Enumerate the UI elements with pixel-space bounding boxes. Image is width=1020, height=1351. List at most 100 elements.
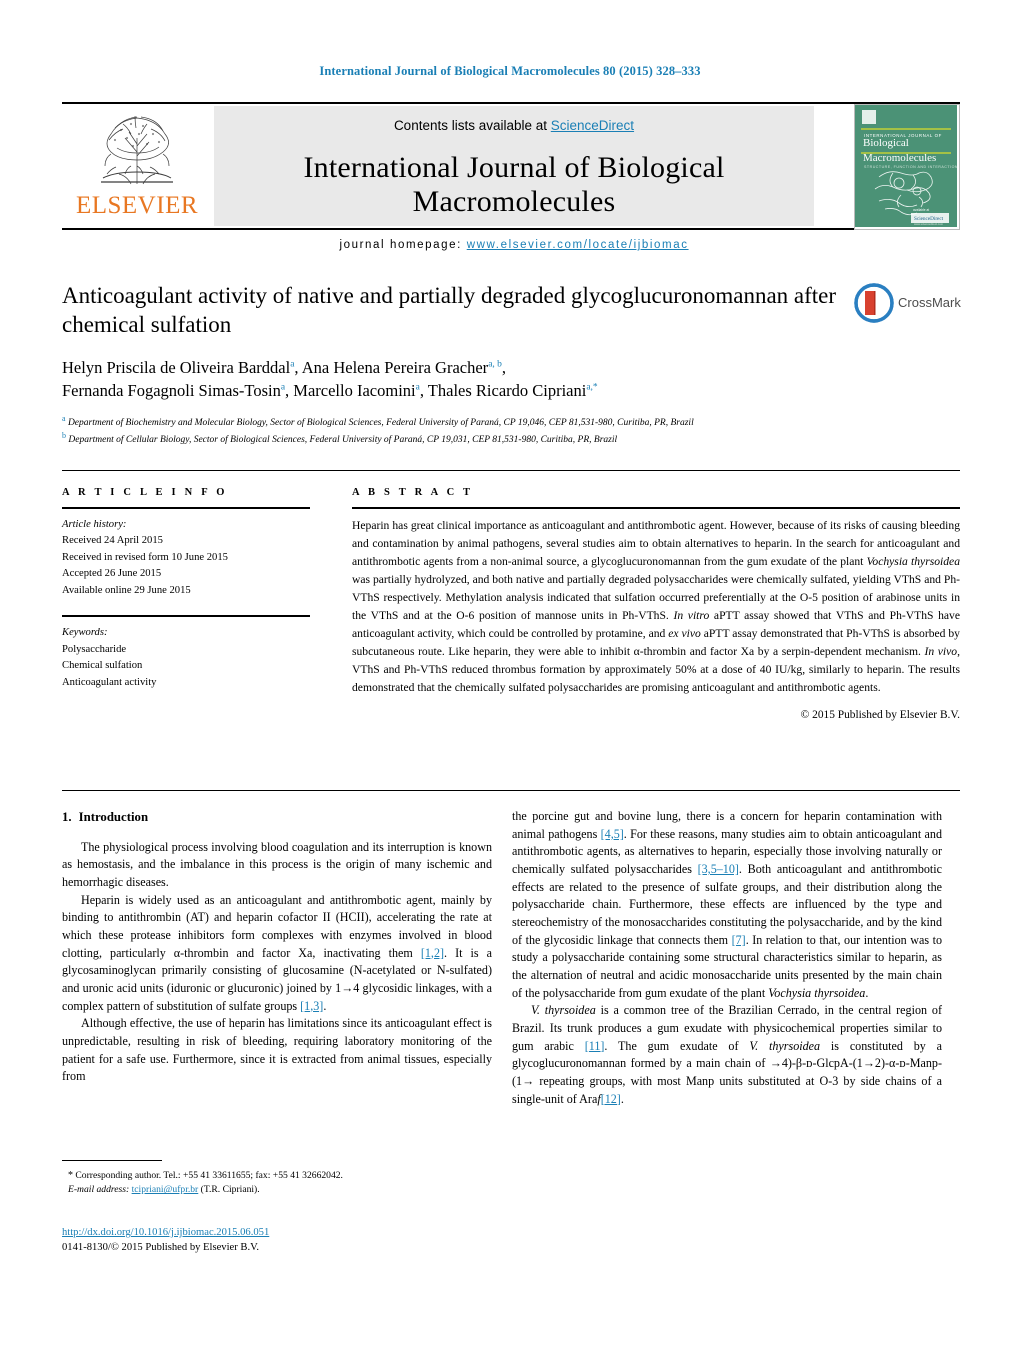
contents-available-line: Contents lists available at ScienceDirec… bbox=[214, 106, 814, 133]
masthead-top-rule bbox=[62, 102, 960, 104]
keyword-3: Anticoagulant activity bbox=[62, 676, 157, 688]
history-accepted: Accepted 26 June 2015 bbox=[62, 568, 162, 580]
masthead-center-panel: Contents lists available at ScienceDirec… bbox=[214, 106, 814, 251]
article-info-column: A R T I C L E I N F O Article history: R… bbox=[62, 487, 310, 721]
footnote-email-suffix: (T.R. Cipriani). bbox=[198, 1184, 260, 1196]
article-info-rule bbox=[62, 507, 310, 509]
journal-cover-thumbnail: INTERNATIONAL JOURNAL OF Biological Macr… bbox=[854, 104, 960, 230]
author-4: , Marcello Iacomini bbox=[285, 381, 416, 401]
intro-paragraph-2: Heparin is widely used as an anticoagula… bbox=[62, 892, 492, 1016]
section-number: 1. bbox=[62, 810, 72, 824]
elsevier-wordmark: ELSEVIER bbox=[75, 192, 199, 219]
footnote-email-label: E-mail address: bbox=[68, 1184, 130, 1196]
homepage-label: journal homepage: bbox=[339, 239, 467, 251]
affiliation-b: b Department of Cellular Biology, Sector… bbox=[62, 430, 852, 447]
affiliation-a-marker: a bbox=[62, 413, 66, 423]
sciencedirect-link[interactable]: ScienceDirect bbox=[551, 118, 634, 133]
citation-ref-7[interactable]: [7] bbox=[732, 933, 746, 947]
section-title-introduction: 1. Introduction bbox=[62, 808, 492, 827]
keywords-block: Keywords: Polysaccharide Chemical sulfat… bbox=[62, 615, 310, 691]
intro-paragraph-5: V. thyrsoidea is a common tree of the Br… bbox=[512, 1002, 942, 1108]
svg-text:www.sciencedirect.com: www.sciencedirect.com bbox=[914, 222, 944, 226]
affiliations-block: a Department of Biochemistry and Molecul… bbox=[62, 413, 852, 448]
elsevier-tree-icon bbox=[101, 115, 173, 185]
intro-paragraph-3: Although effective, the use of heparin h… bbox=[62, 1016, 492, 1084]
intro-species-2: V. thyrsoidea bbox=[531, 1003, 596, 1018]
footnote-rule bbox=[62, 1160, 162, 1161]
contents-prefix: Contents lists available at bbox=[393, 118, 551, 133]
issn-copyright-line: 0141-8130/© 2015 Published by Elsevier B… bbox=[62, 1242, 260, 1254]
intro-species-3: V. thyrsoidea bbox=[749, 1038, 821, 1053]
intro-p2-c: . bbox=[323, 998, 327, 1013]
history-revised: Received in revised form 10 June 2015 bbox=[62, 551, 228, 563]
author-list: Helyn Priscila de Oliveira Barddala, Ana… bbox=[62, 357, 598, 401]
journal-title: International Journal of Biological Macr… bbox=[303, 151, 725, 218]
abstract-bottom-rule bbox=[62, 790, 960, 791]
abstract-species-1: Vochysia thyrsoidea bbox=[866, 554, 960, 568]
citation-ref-1-2[interactable]: [1,2] bbox=[421, 946, 444, 960]
affiliation-b-text: Department of Cellular Biology, Sector o… bbox=[68, 435, 618, 446]
crossmark-badge[interactable]: CrossMark bbox=[854, 283, 962, 325]
abstract-exvivo: ex vivo bbox=[668, 626, 701, 640]
abstract-heading: A B S T R A C T bbox=[352, 487, 474, 498]
journal-homepage-link[interactable]: www.elsevier.com/locate/ijbiomac bbox=[467, 239, 689, 251]
title-block: Anticoagulant activity of native and par… bbox=[62, 282, 852, 448]
footnote-email-line: E-mail address: tcipriani@ufpr.br (T.R. … bbox=[62, 1183, 492, 1197]
author-2: , Ana Helena Pereira Gracher bbox=[294, 357, 489, 377]
masthead-bottom-rule bbox=[62, 228, 960, 230]
author-2-affil-marker: a, b bbox=[488, 359, 502, 370]
affiliation-a-text: Department of Biochemistry and Molecular… bbox=[67, 417, 694, 428]
doi-link[interactable]: http://dx.doi.org/10.1016/j.ijbiomac.201… bbox=[62, 1227, 269, 1238]
citation-ref-1-3[interactable]: [1,3] bbox=[300, 999, 323, 1013]
svg-text:available at: available at bbox=[913, 208, 929, 212]
journal-masthead: ELSEVIER Contents lists available at Sci… bbox=[62, 102, 960, 251]
author-5: , Thales Ricardo Cipriani bbox=[419, 381, 587, 401]
running-head: International Journal of Biological Macr… bbox=[319, 64, 701, 78]
crossmark-icon bbox=[854, 283, 894, 323]
info-abstract-top-rule bbox=[62, 470, 960, 471]
abstract-body: Heparin has great clinical importance as… bbox=[352, 517, 960, 697]
abstract-copyright: © 2015 Published by Elsevier B.V. bbox=[800, 708, 960, 721]
history-received: Received 24 April 2015 bbox=[62, 535, 163, 547]
abstract-invitro: In vitro bbox=[673, 608, 710, 622]
author-1: Helyn Priscila de Oliveira Barddal bbox=[62, 357, 291, 377]
footer-doi-block: http://dx.doi.org/10.1016/j.ijbiomac.201… bbox=[62, 1222, 492, 1256]
keywords-label: Keywords: bbox=[62, 627, 108, 639]
journal-homepage-line: journal homepage: www.elsevier.com/locat… bbox=[214, 239, 814, 251]
keyword-2: Chemical sulfation bbox=[62, 660, 143, 672]
citation-ref-3-5-10[interactable]: [3,5–10] bbox=[698, 862, 739, 876]
intro-r2-b: . The gum exudate of bbox=[604, 1038, 750, 1053]
intro-paragraph-4: the porcine gut and bovine lung, there i… bbox=[512, 808, 942, 1002]
intro-r1-e: . bbox=[865, 985, 869, 1000]
corresponding-email-link[interactable]: tcipriani@ufpr.br bbox=[132, 1184, 199, 1195]
article-history-label: Article history: bbox=[62, 519, 127, 530]
elsevier-logo: ELSEVIER bbox=[62, 108, 212, 226]
svg-text:STRUCTURE, FUNCTION AND INTERA: STRUCTURE, FUNCTION AND INTERACTIONS bbox=[864, 165, 957, 169]
keyword-1: Polysaccharide bbox=[62, 643, 127, 655]
journal-cover-art: INTERNATIONAL JOURNAL OF Biological Macr… bbox=[855, 105, 959, 227]
affiliation-b-marker: b bbox=[62, 431, 66, 441]
affiliation-a: a Department of Biochemistry and Molecul… bbox=[62, 413, 852, 430]
footnote-corresponding-text: Corresponding author. Tel.: +55 41 33611… bbox=[73, 1170, 343, 1181]
citation-ref-11[interactable]: [11] bbox=[585, 1039, 605, 1053]
citation-ref-12[interactable]: [12] bbox=[601, 1092, 621, 1106]
footnote-corresponding-line: * Corresponding author. Tel.: +55 41 336… bbox=[62, 1168, 492, 1183]
corresponding-author-footnote: * Corresponding author. Tel.: +55 41 336… bbox=[62, 1160, 492, 1198]
author-5-affil-marker: a,* bbox=[586, 382, 598, 393]
author-3: Fernanda Fogagnoli Simas-Tosin bbox=[62, 381, 281, 401]
paper-page: International Journal of Biological Macr… bbox=[0, 0, 1020, 1351]
info-abstract-section: A R T I C L E I N F O Article history: R… bbox=[62, 470, 960, 721]
crossmark-label: CrossMark bbox=[898, 295, 961, 310]
intro-r2-d: . bbox=[620, 1091, 624, 1106]
abstract-invivo: In vivo bbox=[924, 644, 958, 658]
citation-ref-4-5[interactable]: [4,5] bbox=[601, 827, 624, 841]
article-info-heading: A R T I C L E I N F O bbox=[62, 487, 228, 498]
svg-text:Macromolecules: Macromolecules bbox=[863, 152, 936, 164]
intro-paragraph-1: The physiological process involving bloo… bbox=[62, 839, 492, 889]
body-column-left: 1. Introduction The physiological process… bbox=[62, 808, 492, 1086]
intro-species-1: Vochysia thyrsoidea bbox=[768, 985, 866, 1000]
abstract-column: A B S T R A C T Heparin has great clinic… bbox=[352, 487, 960, 721]
svg-text:Biological: Biological bbox=[863, 137, 909, 149]
body-column-right: the porcine gut and bovine lung, there i… bbox=[512, 808, 942, 1108]
page-title: Anticoagulant activity of native and par… bbox=[62, 283, 837, 337]
